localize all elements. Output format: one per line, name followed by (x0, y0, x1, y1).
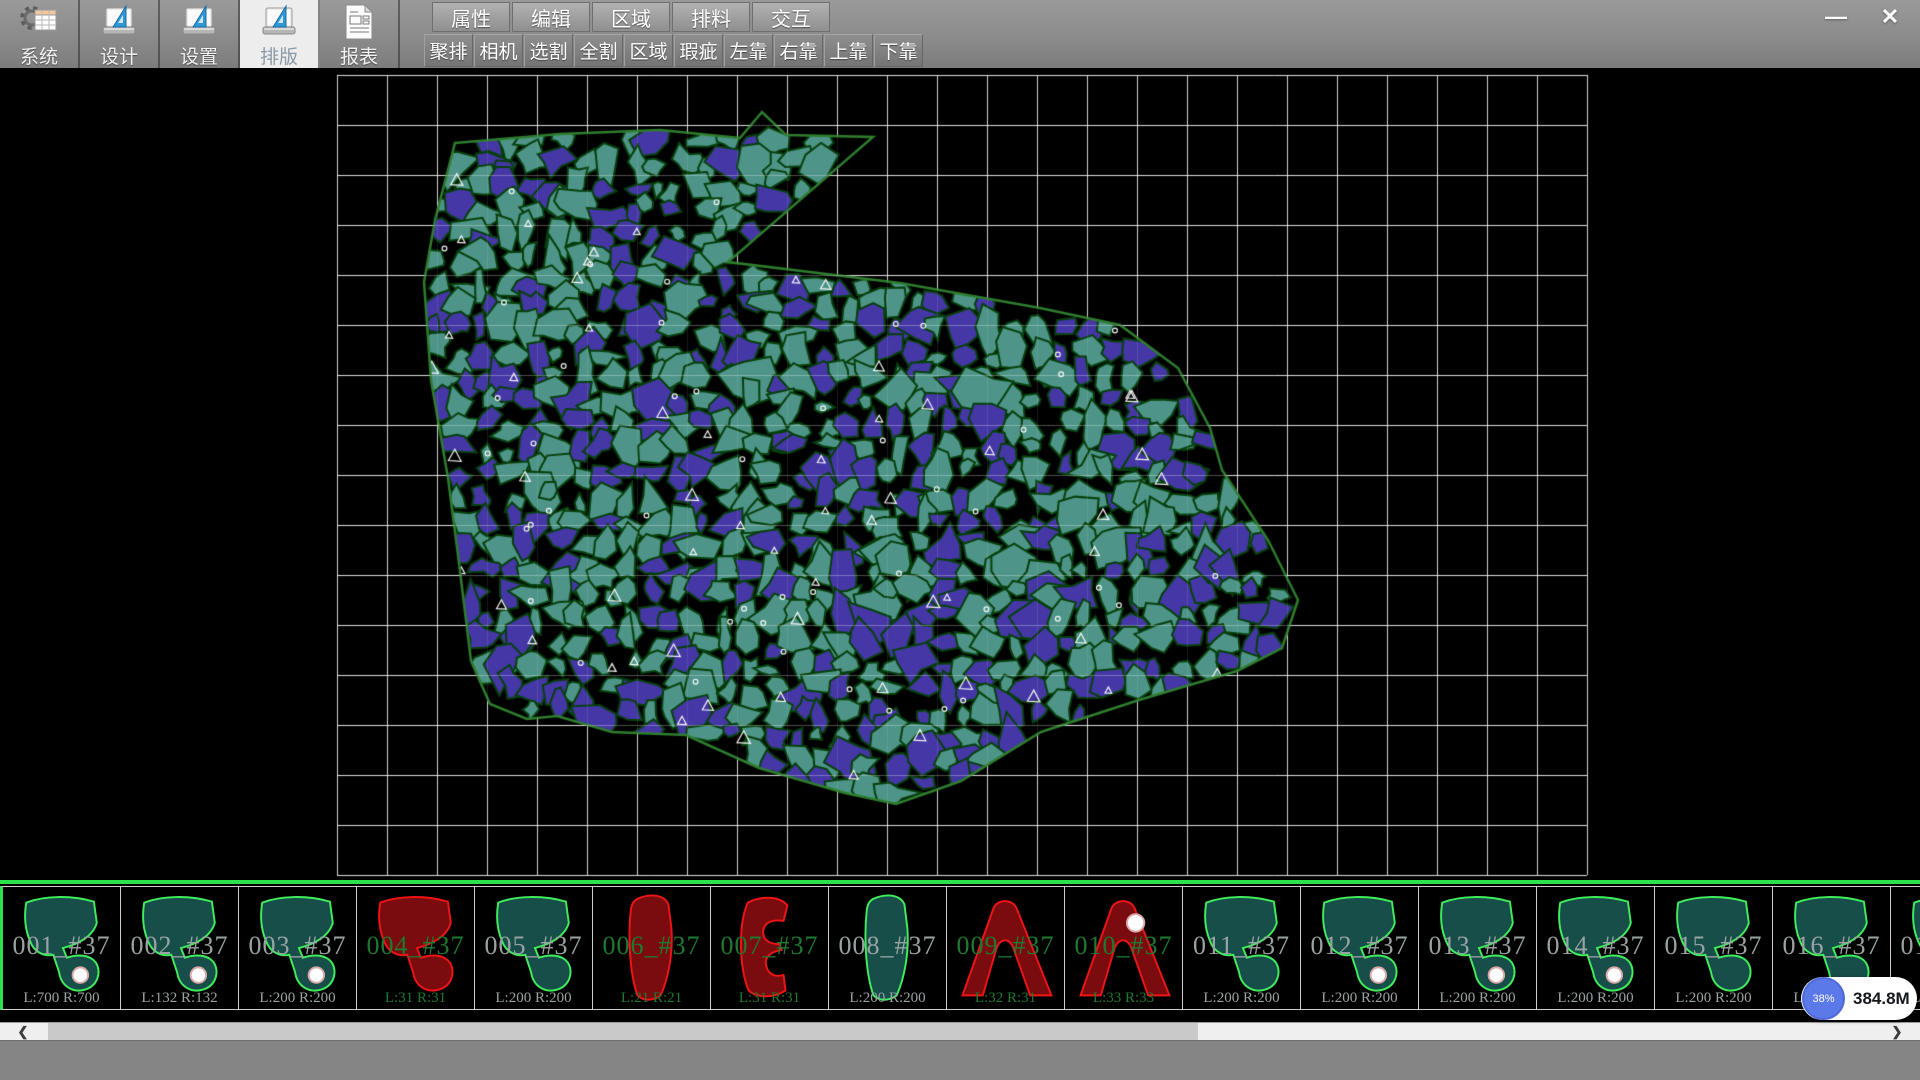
memory-value: 384.8M (1853, 977, 1910, 1020)
piece-cell-14[interactable]: 014_#37 L:200 R:200 (1537, 886, 1655, 1010)
nav-button-4[interactable]: 排版 (240, 0, 320, 69)
nav-button-label: 系统 (20, 42, 58, 69)
piece-filmstrip: 001_#37L:700 R:700002_#37L:132 R:132003_… (0, 880, 1920, 1022)
piece-id-label: 009_#37 (947, 931, 1064, 961)
horizontal-scrollbar[interactable]: ❮ ❯ (0, 1022, 1920, 1040)
piece-id-label: 012_#37 (1301, 931, 1418, 961)
piece-id-label: 003_#37 (239, 931, 356, 961)
report-icon (340, 3, 378, 41)
piece-lr-label: L:31 R:31 (357, 990, 474, 1007)
main-nav-strip: 系统 设计 设置 排版 报表 (0, 0, 400, 69)
tool-button-8[interactable]: 右靠 (774, 34, 823, 67)
tab-1[interactable]: 属性 (432, 2, 510, 32)
piece-lr-label: L:200 R:200 (1419, 990, 1536, 1007)
piece-id-label: 004_#37 (357, 931, 474, 961)
piece-lr-label: L:200 R:200 (1301, 990, 1418, 1007)
nav-button-label: 排版 (260, 42, 298, 69)
scrollbar-thumb[interactable] (48, 1023, 1198, 1040)
status-bar (0, 1040, 1920, 1080)
piece-id-label: 013_#37 (1419, 931, 1536, 961)
tool-button-9[interactable]: 上靠 (824, 34, 873, 67)
ruler-icon (258, 3, 300, 41)
app-window: 系统设计设置排版报表 属性编辑区域排料交互 聚排相机选割全割区域瑕疵左靠右靠上靠… (0, 0, 1920, 1080)
piece-lr-label: L:32 R:31 (947, 990, 1064, 1007)
piece-cell-8[interactable]: 008_#37 L:200 R:200 (829, 886, 947, 1010)
piece-cell-13[interactable]: 013_#37 L:200 R:200 (1419, 886, 1537, 1010)
piece-lr-label: L:700 R:700 (3, 990, 120, 1007)
piece-cell-12[interactable]: 012_#37 L:200 R:200 (1301, 886, 1419, 1010)
usage-percent-badge: 38% (1802, 977, 1845, 1020)
piece-cell-7[interactable]: 007_#37 L:31 R:31 (711, 886, 829, 1010)
piece-id-label: 001_#37 (3, 931, 120, 961)
piece-id-label: 005_#37 (475, 931, 592, 961)
minimize-icon[interactable]: — (1816, 2, 1856, 32)
scroll-right-icon[interactable]: ❯ (1874, 1023, 1920, 1041)
piece-lr-label: L:200 R:200 (239, 990, 356, 1007)
menu-tab-row: 属性编辑区域排料交互 (432, 2, 832, 32)
piece-cell-4[interactable]: 004_#37 L:31 R:31 (357, 886, 475, 1010)
piece-lr-label: L:200 R:200 (1183, 990, 1300, 1007)
tool-button-3[interactable]: 选割 (524, 34, 573, 67)
tool-button-2[interactable]: 相机 (474, 34, 523, 67)
piece-cell-11[interactable]: 011_#37 L:200 R:200 (1183, 886, 1301, 1010)
piece-lr-label: L:31 R:31 (711, 990, 828, 1007)
piece-id-label: 008_#37 (829, 931, 946, 961)
piece-id-label: 017_#37 (1891, 931, 1920, 961)
piece-cells: 001_#37L:700 R:700002_#37L:132 R:132003_… (0, 886, 1920, 1010)
piece-id-label: 010_#37 (1065, 931, 1182, 961)
piece-lr-label: L:200 R:200 (475, 990, 592, 1007)
tab-4[interactable]: 排料 (672, 2, 750, 32)
nav-button-5[interactable]: 报表 (320, 0, 400, 69)
nesting-canvas[interactable] (0, 68, 1920, 880)
piece-id-label: 016_#37 (1773, 931, 1890, 961)
tool-button-6[interactable]: 瑕疵 (674, 34, 723, 67)
nav-button-label: 报表 (340, 42, 378, 69)
piece-id-label: 015_#37 (1655, 931, 1772, 961)
tool-button-7[interactable]: 左靠 (724, 34, 773, 67)
piece-id-label: 006_#37 (593, 931, 710, 961)
piece-cell-2[interactable]: 002_#37 L:132 R:132 (121, 886, 239, 1010)
piece-id-label: 014_#37 (1537, 931, 1654, 961)
piece-id-label: 007_#37 (711, 931, 828, 961)
tool-button-5[interactable]: 区域 (624, 34, 673, 67)
piece-cell-3[interactable]: 003_#37 L:200 R:200 (239, 886, 357, 1010)
piece-lr-label: L:21 R:21 (593, 990, 710, 1007)
piece-lr-label: L:200 R:200 (1537, 990, 1654, 1007)
piece-cell-1[interactable]: 001_#37 L:700 R:700 (0, 886, 121, 1010)
ruler-icon (98, 3, 140, 41)
piece-cell-9[interactable]: 009_#37 L:32 R:31 (947, 886, 1065, 1010)
piece-lr-label: L:200 R:200 (1655, 990, 1772, 1007)
nav-button-1[interactable]: 系统 (0, 0, 80, 69)
piece-lr-label: L:200 R:200 (829, 990, 946, 1007)
piece-lr-label: L:132 R:132 (121, 990, 238, 1007)
memory-status-badge: 38% 384.8M (1801, 977, 1917, 1020)
piece-id-label: 002_#37 (121, 931, 238, 961)
tool-button-row: 聚排相机选割全割区域瑕疵左靠右靠上靠下靠 (424, 34, 924, 67)
gear-table-icon (18, 3, 60, 41)
ruler-icon (178, 3, 220, 41)
piece-cell-6[interactable]: 006_#37 L:21 R:21 (593, 886, 711, 1010)
piece-cell-10[interactable]: 010_#37 L:33 R:33 (1065, 886, 1183, 1010)
nav-button-label: 设计 (100, 42, 138, 69)
piece-cell-5[interactable]: 005_#37 L:200 R:200 (475, 886, 593, 1010)
close-icon[interactable]: ✕ (1870, 2, 1910, 32)
tool-button-1[interactable]: 聚排 (424, 34, 473, 67)
nav-button-2[interactable]: 设计 (80, 0, 160, 69)
piece-cell-15[interactable]: 015_#37 L:200 R:200 (1655, 886, 1773, 1010)
nav-button-label: 设置 (180, 42, 218, 69)
scroll-left-icon[interactable]: ❮ (0, 1023, 46, 1041)
nav-button-3[interactable]: 设置 (160, 0, 240, 69)
piece-id-label: 011_#37 (1183, 931, 1300, 961)
tool-button-10[interactable]: 下靠 (874, 34, 923, 67)
window-controls: — ✕ (1816, 2, 1910, 32)
tab-3[interactable]: 区域 (592, 2, 670, 32)
piece-lr-label: L:33 R:33 (1065, 990, 1182, 1007)
tool-button-4[interactable]: 全割 (574, 34, 623, 67)
tab-5[interactable]: 交互 (752, 2, 830, 32)
toolbar: 系统设计设置排版报表 属性编辑区域排料交互 聚排相机选割全割区域瑕疵左靠右靠上靠… (0, 0, 1920, 69)
tab-2[interactable]: 编辑 (512, 2, 590, 32)
